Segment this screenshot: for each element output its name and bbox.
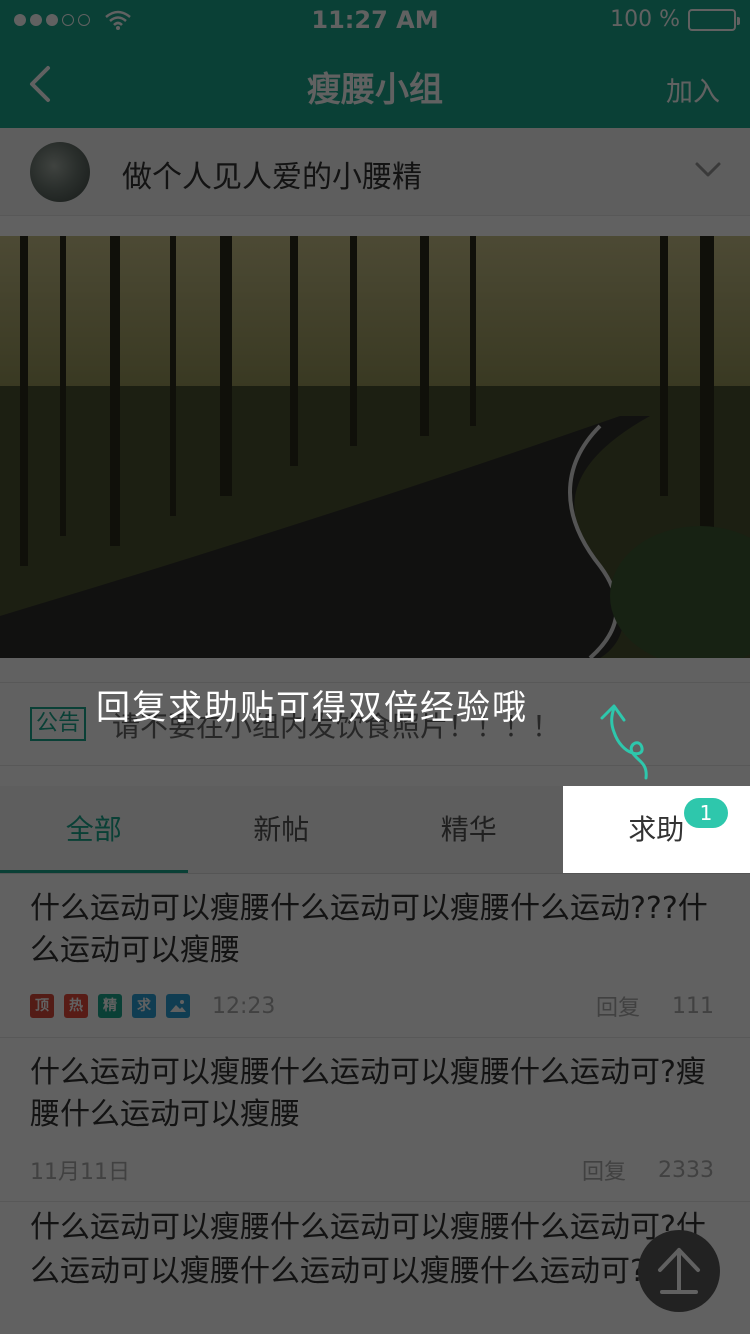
group-avatar [30, 142, 90, 202]
post-title: 什么运动可以瘦腰什么运动可以瘦腰什么运动可?什么运动可以瘦腰什么运动可以瘦腰什么… [30, 1210, 706, 1289]
tag-hot: 热 [64, 994, 88, 1018]
tab-featured[interactable]: 精华 [375, 786, 563, 873]
reply-label: 回复 [581, 1160, 626, 1185]
tag-help: 求 [132, 994, 156, 1018]
post-title: 什么运动可以瘦腰什么运动可以瘦腰什么运动???什么运动可以瘦腰 [30, 891, 708, 968]
reply-label: 回复 [595, 996, 640, 1021]
nav-bar: 瘦腰小组 加入 [0, 40, 750, 128]
tag-featured: 精 [98, 994, 122, 1018]
group-name: 做个人见人爱的小腰精 [122, 160, 422, 195]
battery-icon [688, 8, 740, 31]
reply-count: 2333 [658, 1157, 714, 1183]
tag-top: 顶 [30, 994, 54, 1018]
post-time: 12:23 [212, 993, 276, 1019]
tab-all[interactable]: 全部 [0, 786, 188, 873]
group-header[interactable]: 做个人见人爱的小腰精 [0, 128, 750, 216]
unread-badge: 1 [684, 798, 728, 828]
filter-tabs: 全部 新帖 精华 求助 1 [0, 786, 750, 874]
banner-carousel[interactable] [0, 236, 750, 658]
battery-percent: 100 % [610, 7, 680, 32]
tab-help[interactable]: 求助 1 [562, 786, 750, 873]
arrow-up-icon [658, 1248, 700, 1294]
notice-badge: 公告 [30, 707, 87, 741]
join-button[interactable]: 加入 [666, 70, 720, 109]
reply-count: 111 [672, 993, 714, 1019]
post-item[interactable]: 什么运动可以瘦腰什么运动可以瘦腰什么运动???什么运动可以瘦腰 顶 热 精 求 … [0, 874, 750, 1038]
chevron-down-icon[interactable] [694, 160, 722, 180]
post-meta: 顶 热 精 求 12:23 回复 111 [30, 990, 714, 1022]
banner-image [0, 236, 750, 658]
status-bar: 11:27 AM 100 % [0, 0, 750, 40]
curved-arrow-icon [600, 704, 648, 780]
coach-mark-text: 回复求助贴可得双倍经验哦 [96, 688, 528, 728]
post-title: 什么运动可以瘦腰什么运动可以瘦腰什么运动可?瘦腰什么运动可以瘦腰 [30, 1055, 706, 1132]
post-meta: 11月11日 回复 2333 [30, 1154, 714, 1186]
image-icon [166, 994, 190, 1018]
post-time: 11月11日 [30, 1160, 130, 1185]
tab-help-label: 求助 [628, 813, 685, 846]
battery-indicator: 100 % [610, 7, 740, 32]
scroll-top-button[interactable] [638, 1230, 720, 1312]
post-item[interactable]: 什么运动可以瘦腰什么运动可以瘦腰什么运动可?瘦腰什么运动可以瘦腰 11月11日 … [0, 1038, 750, 1202]
tab-new[interactable]: 新帖 [188, 786, 376, 873]
page-title: 瘦腰小组 [307, 70, 443, 110]
